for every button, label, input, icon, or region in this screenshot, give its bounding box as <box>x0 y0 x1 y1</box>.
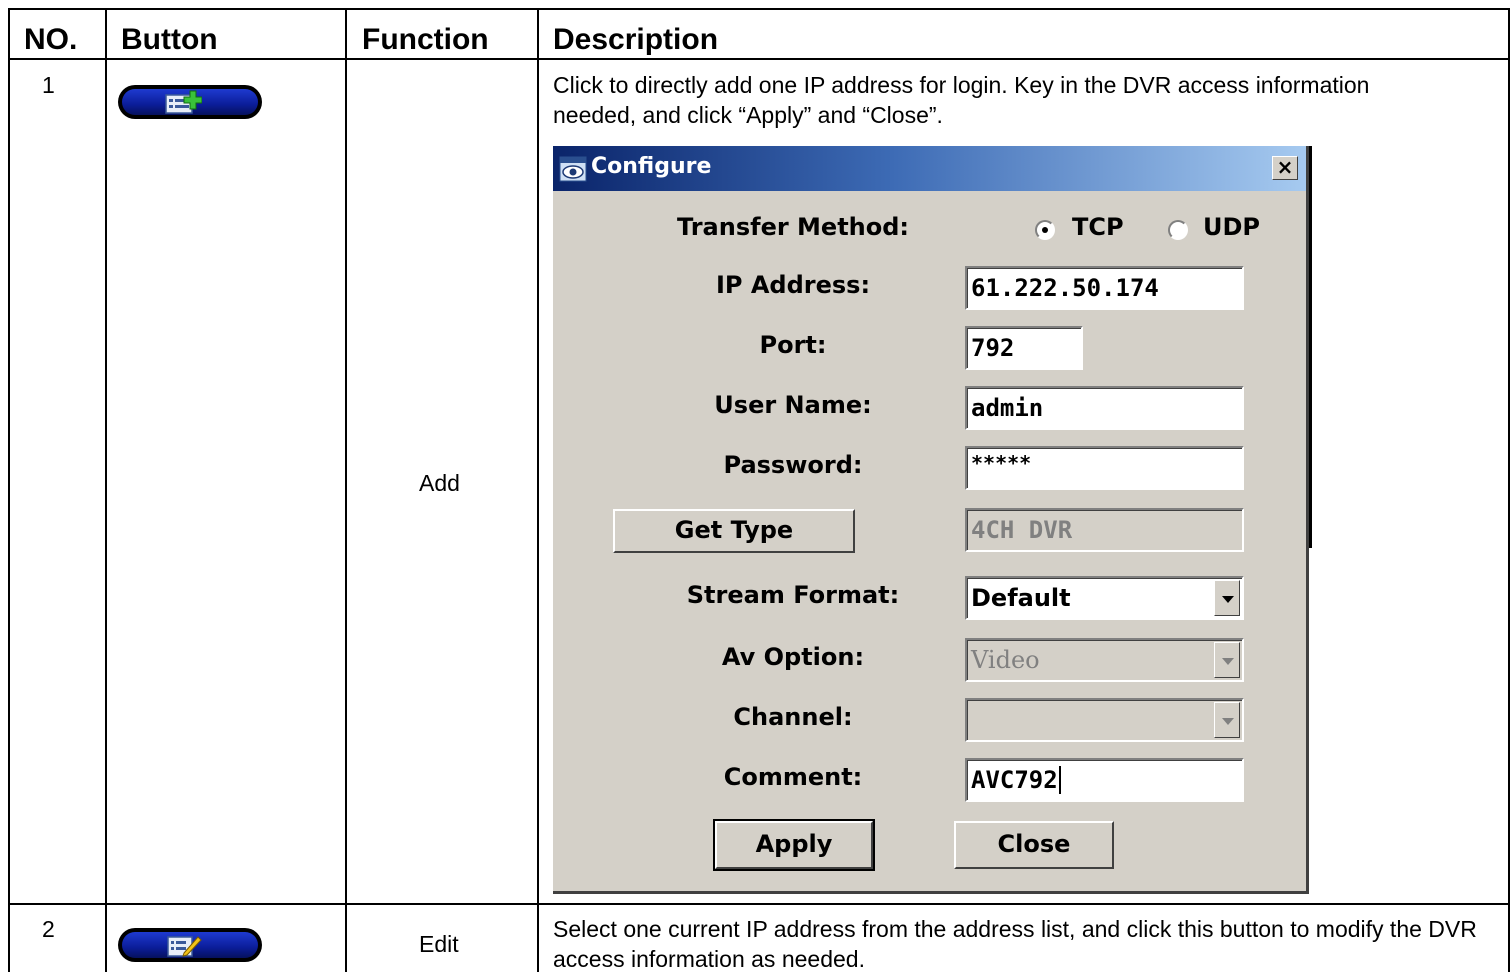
column-divider <box>105 8 107 972</box>
channel-select <box>965 698 1244 742</box>
comment-label: Comment: <box>723 763 863 791</box>
row-description: Click to directly add one IP address for… <box>553 72 1370 128</box>
user-name-label: User Name: <box>714 391 872 419</box>
header-button: Button <box>121 23 218 56</box>
header-function: Function <box>362 23 489 56</box>
apply-button[interactable]: Apply <box>713 819 875 871</box>
row-description: Select one current IP address from the a… <box>553 916 1477 972</box>
header-divider <box>8 58 1510 60</box>
chevron-down-icon <box>1214 702 1240 738</box>
header-no: NO. <box>24 23 78 56</box>
password-input[interactable]: ***** <box>965 446 1244 490</box>
password-label: Password: <box>723 451 863 479</box>
close-icon[interactable]: × <box>1272 156 1298 180</box>
comment-value: AVC792 <box>971 766 1058 794</box>
tcp-label: TCP <box>1072 213 1124 241</box>
port-label: Port: <box>759 331 827 359</box>
comment-input[interactable]: AVC792 <box>965 758 1244 802</box>
address-list-add-icon <box>165 90 202 114</box>
row-number: 1 <box>42 72 55 98</box>
av-option-label: Av Option: <box>721 643 865 671</box>
ip-address-input[interactable]: 61.222.50.174 <box>965 266 1244 310</box>
function-label: Edit <box>419 931 459 957</box>
stream-format-value: Default <box>971 584 1071 612</box>
configure-dialog: Configure × Transfer Method: TCP UDP IP … <box>553 146 1309 894</box>
udp-radio[interactable] <box>1168 220 1188 240</box>
port-input[interactable]: 792 <box>965 326 1083 370</box>
ip-address-label: IP Address: <box>715 271 871 299</box>
app-eye-icon <box>559 156 587 182</box>
close-button[interactable]: Close <box>954 821 1114 869</box>
user-name-input[interactable]: admin <box>965 386 1244 430</box>
edit-button-pill <box>118 928 262 962</box>
add-button-pill <box>118 85 262 119</box>
stream-format-label: Stream Format: <box>686 581 900 609</box>
address-list-edit-icon <box>167 936 202 957</box>
av-option-value: Video <box>971 646 1040 674</box>
av-option-select: Video <box>965 638 1244 682</box>
text-cursor <box>1058 766 1061 794</box>
get-type-button[interactable]: Get Type <box>613 509 855 553</box>
table-top-border <box>8 8 1510 10</box>
column-divider <box>537 8 539 972</box>
udp-label: UDP <box>1203 213 1260 241</box>
header-description: Description <box>553 23 719 56</box>
table-left-border <box>8 8 10 972</box>
function-label: Add <box>419 470 460 496</box>
column-divider <box>345 8 347 972</box>
type-display: 4CH DVR <box>965 508 1244 552</box>
chevron-down-icon <box>1214 642 1240 678</box>
row-number: 2 <box>42 916 55 942</box>
channel-label: Channel: <box>733 703 853 731</box>
tcp-radio[interactable] <box>1035 220 1055 240</box>
dialog-titlebar[interactable]: Configure × <box>553 146 1306 191</box>
dialog-title: Configure <box>591 154 712 179</box>
transfer-method-label: Transfer Method: <box>676 213 910 241</box>
stream-format-select[interactable]: Default <box>965 576 1244 620</box>
chevron-down-icon[interactable] <box>1214 580 1240 616</box>
row-divider <box>8 903 1510 905</box>
